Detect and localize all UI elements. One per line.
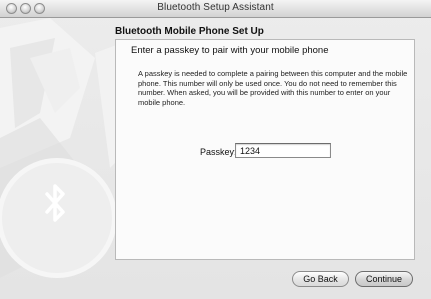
content-panel: Enter a passkey to pair with your mobile… bbox=[115, 39, 415, 260]
setup-assistant-window: Bluetooth Setup Assistant Bluetooth Mobi… bbox=[0, 0, 431, 299]
go-back-button[interactable]: Go Back bbox=[292, 271, 349, 287]
panel-subtitle: Enter a passkey to pair with your mobile… bbox=[131, 45, 329, 56]
window-title: Bluetooth Setup Assistant bbox=[157, 2, 274, 13]
continue-button[interactable]: Continue bbox=[355, 271, 413, 287]
bluetooth-icon bbox=[45, 184, 65, 222]
passkey-input[interactable] bbox=[235, 143, 331, 158]
page-heading: Bluetooth Mobile Phone Set Up bbox=[115, 26, 264, 37]
title-bar: Bluetooth Setup Assistant bbox=[0, 0, 431, 18]
panel-description: A passkey is needed to complete a pairin… bbox=[138, 69, 408, 107]
passkey-label: Passkey: bbox=[200, 147, 237, 157]
